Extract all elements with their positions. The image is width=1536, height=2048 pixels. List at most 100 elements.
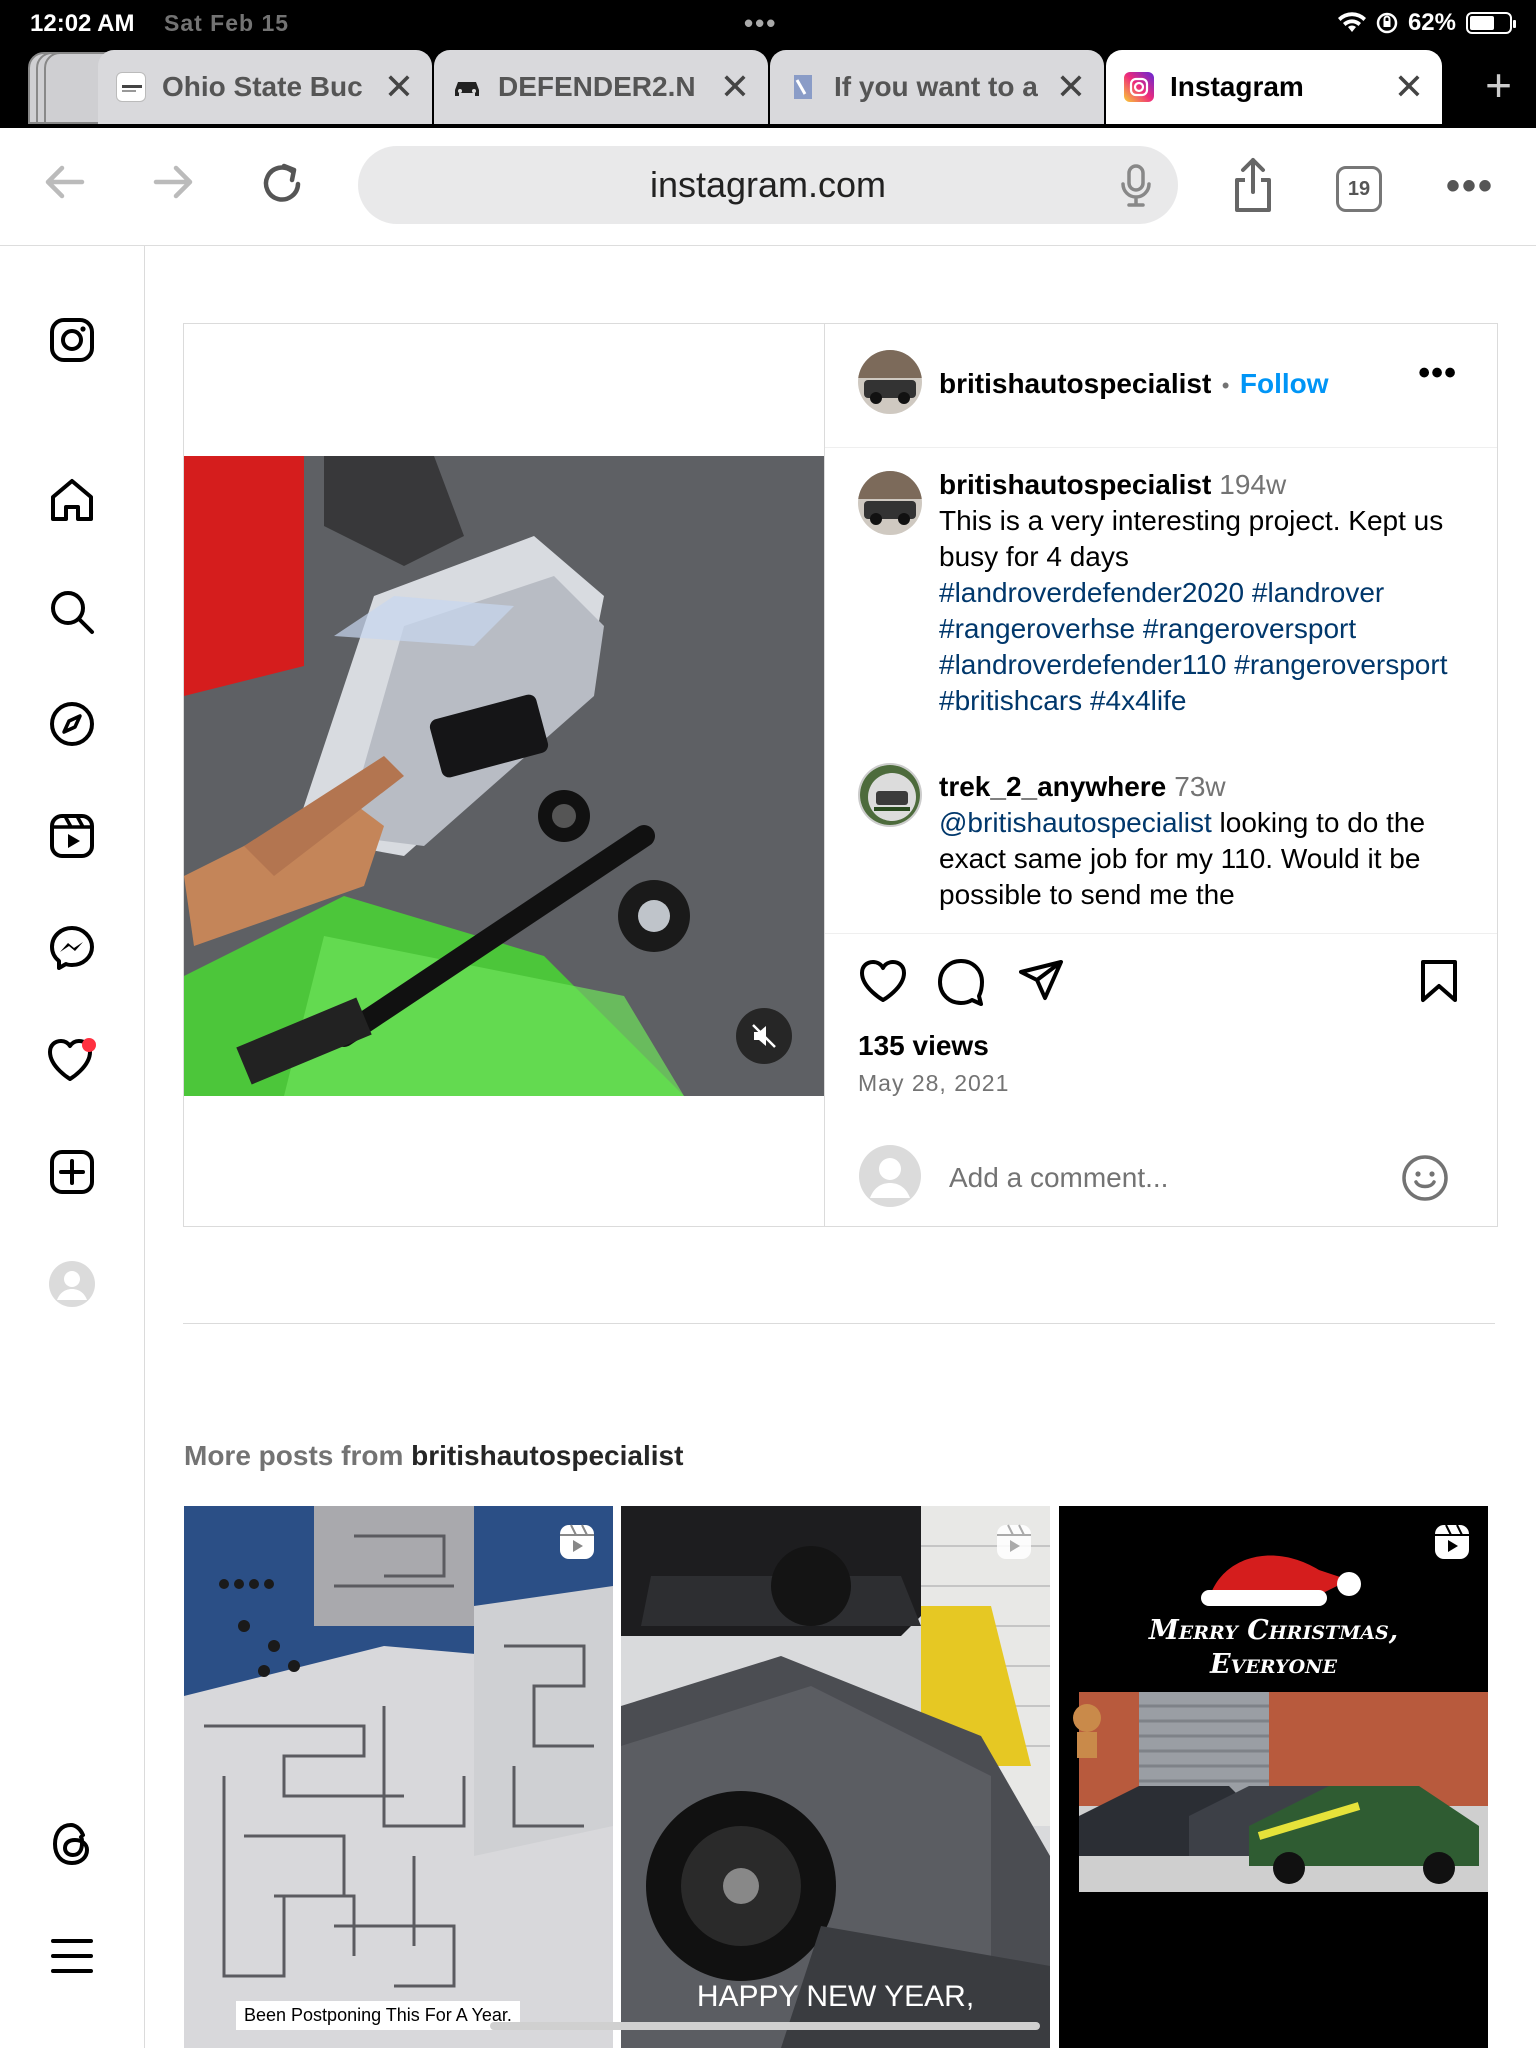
threads-icon[interactable]: [46, 1818, 98, 1870]
document-icon: [788, 72, 818, 102]
share-send-icon[interactable]: [1017, 958, 1065, 1004]
caption-username[interactable]: britishautospecialist: [939, 469, 1211, 500]
author-line: britishautospecialist • Follow: [939, 368, 1329, 400]
mute-toggle-button[interactable]: [736, 1008, 792, 1064]
comment-bubble-icon[interactable]: [937, 958, 985, 1006]
reel-indicator-icon: [1435, 1524, 1469, 1559]
close-tab-icon[interactable]: ✕: [1056, 66, 1086, 108]
battery-percent: 62%: [1407, 9, 1456, 36]
author-avatar[interactable]: [858, 350, 922, 414]
tab-title: Ohio State Buc: [162, 71, 363, 102]
post-media-column: [184, 324, 825, 1226]
tab-title: Instagram: [1170, 71, 1304, 102]
more-posts-username[interactable]: britishautospecialist: [411, 1440, 683, 1471]
comment-age: 73w: [1174, 771, 1226, 802]
status-right: 62%: [1337, 9, 1516, 37]
post-card: britishautospecialist • Follow ••• briti…: [183, 323, 1498, 1227]
comment: trek_2_anywhere 73w @britishautospecialis…: [939, 769, 1469, 913]
instagram-logo-icon[interactable]: [46, 314, 98, 366]
battery-icon: [1466, 12, 1516, 34]
separator-dot: •: [1221, 373, 1230, 398]
post-date: May 28, 2021: [858, 1070, 1010, 1096]
status-time: 12:02 AM: [30, 10, 135, 37]
tab-if-you-want[interactable]: If you want to a ✕: [770, 50, 1104, 124]
create-plus-icon[interactable]: [46, 1146, 98, 1198]
tab-count-button[interactable]: 19: [1336, 166, 1382, 212]
reels-icon[interactable]: [46, 810, 98, 862]
wifi-icon: [1337, 12, 1366, 33]
tab-instagram[interactable]: Instagram ✕: [1106, 50, 1442, 124]
menu-hamburger-icon[interactable]: [46, 1930, 98, 1982]
tile-caption: Been Postponing This For A Year.: [236, 2001, 520, 2030]
comment-mention[interactable]: @britishautospecialist: [939, 807, 1212, 838]
tile-caption: Merry Christmas, Everyone: [1059, 1614, 1488, 1682]
post-caption: britishautospecialist 194w This is a very…: [939, 467, 1469, 719]
status-bar: 12:02 AM Sat Feb 15 ••• 62%: [0, 0, 1536, 48]
post-actions: 135 views May 28, 2021 Add a comment...: [825, 934, 1497, 1226]
post-header: britishautospecialist • Follow •••: [825, 324, 1497, 448]
close-tab-icon[interactable]: ✕: [384, 66, 414, 108]
explore-compass-icon[interactable]: [46, 698, 98, 750]
share-icon[interactable]: [1228, 154, 1278, 216]
tile-image-cars: [621, 1506, 1050, 2048]
reel-indicator-icon: [560, 1524, 594, 1559]
close-tab-icon[interactable]: ✕: [720, 66, 750, 108]
current-user-avatar: [858, 1144, 922, 1208]
video-frame-illustration: [184, 456, 824, 1096]
add-comment-row: Add a comment...: [825, 1132, 1497, 1226]
view-count[interactable]: 135 views: [858, 1030, 989, 1062]
microphone-icon[interactable]: [1116, 162, 1156, 208]
follow-button[interactable]: Follow: [1240, 368, 1329, 399]
caption-hashtags[interactable]: #landroverdefender2020 #landrover #range…: [939, 577, 1447, 716]
browser-toolbar: instagram.com 19 •••: [0, 128, 1536, 246]
orientation-lock-icon: [1376, 12, 1398, 34]
close-tab-icon[interactable]: ✕: [1394, 66, 1424, 108]
more-options-icon[interactable]: •••: [1446, 164, 1494, 209]
reel-indicator-icon: [997, 1524, 1031, 1559]
instagram-favicon: [1124, 72, 1154, 102]
tab-defender[interactable]: DEFENDER2.N ✕: [434, 50, 768, 124]
reload-icon[interactable]: [256, 156, 310, 210]
home-indicator: [490, 2022, 1040, 2030]
tile-image-christmas: [1059, 1506, 1488, 2048]
caption-age: 194w: [1219, 469, 1287, 500]
tile-caption: HAPPY NEW YEAR,: [696, 1980, 975, 2013]
like-heart-icon[interactable]: [858, 958, 908, 1004]
section-divider: [183, 1323, 1495, 1324]
more-post-tile[interactable]: Merry Christmas, Everyone: [1059, 1506, 1488, 2048]
post-info-panel: britishautospecialist • Follow ••• briti…: [825, 324, 1497, 1226]
commenter-avatar[interactable]: [858, 763, 922, 827]
more-options-icon[interactable]: •••: [1418, 354, 1457, 393]
more-post-tile[interactable]: Been Postponing This For A Year.: [184, 1506, 613, 2048]
messenger-icon[interactable]: [46, 922, 98, 974]
search-icon[interactable]: [46, 586, 98, 638]
address-bar[interactable]: instagram.com: [358, 146, 1178, 224]
tab-title: DEFENDER2.N: [498, 71, 696, 102]
emoji-icon[interactable]: [1401, 1154, 1449, 1202]
new-tab-icon[interactable]: +: [1485, 58, 1512, 112]
comment-username[interactable]: trek_2_anywhere: [939, 771, 1166, 802]
more-post-tile[interactable]: HAPPY NEW YEAR,: [621, 1506, 1050, 2048]
tile-image-valve-body: [184, 1506, 613, 2048]
author-username[interactable]: britishautospecialist: [939, 368, 1211, 399]
home-icon[interactable]: [46, 474, 98, 526]
tab-ohio-state[interactable]: Ohio State Buc ✕: [98, 50, 432, 124]
back-icon[interactable]: [38, 156, 90, 208]
post-video[interactable]: [184, 456, 824, 1096]
url-text[interactable]: instagram.com: [650, 164, 886, 206]
multitasking-dots-icon[interactable]: •••: [744, 8, 777, 39]
forward-icon[interactable]: [148, 156, 200, 208]
add-comment-input[interactable]: Add a comment...: [949, 1162, 1168, 1194]
more-posts-prefix: More posts from: [184, 1440, 412, 1471]
notifications-heart-icon[interactable]: [46, 1034, 98, 1086]
tab-title: If you want to a: [834, 71, 1038, 102]
save-bookmark-icon[interactable]: [1419, 958, 1459, 1004]
profile-avatar-icon[interactable]: [46, 1258, 98, 1310]
caption-avatar[interactable]: [858, 471, 922, 535]
car-icon: [452, 72, 482, 102]
status-date: Sat Feb 15: [164, 10, 290, 36]
comments-section: britishautospecialist 194w This is a very…: [825, 449, 1497, 934]
more-posts-heading: More posts from britishautospecialist: [184, 1440, 683, 1472]
tile-caption-line2: Everyone: [1210, 1649, 1337, 1680]
tab-bar: Ohio State Buc ✕ DEFENDER2.N ✕ If you wa…: [0, 48, 1536, 128]
